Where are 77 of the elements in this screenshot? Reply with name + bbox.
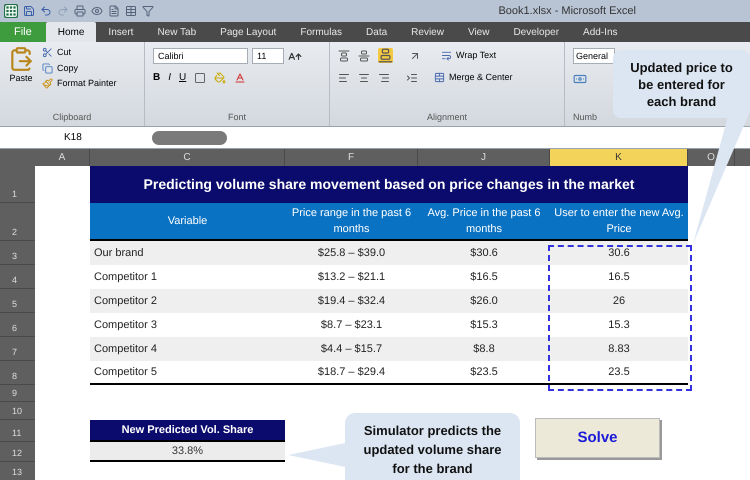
table-cell-text: $23.5 [469, 364, 499, 380]
paste-button[interactable]: Paste [4, 46, 38, 110]
row-header[interactable]: 10 [0, 402, 35, 420]
table-cell-text: 26 [612, 294, 626, 309]
table-cell-text: $18.7 – $29.4 [316, 364, 386, 380]
ribbon-tab[interactable]: Insert [96, 22, 146, 42]
row-header[interactable]: 2 [0, 203, 35, 241]
row-header[interactable]: 6 [0, 313, 35, 337]
font-size-field[interactable]: 11 [252, 48, 284, 64]
column-heading: Variable [166, 214, 208, 229]
ribbon-tab[interactable]: View [456, 22, 502, 42]
ribbon-tab[interactable]: Formulas [288, 22, 354, 42]
row-header[interactable]: 8 [0, 361, 35, 385]
row-header[interactable]: 7 [0, 337, 35, 361]
table-cell-text: Competitor 5 [93, 364, 158, 380]
file-tab[interactable]: File [0, 22, 46, 42]
row-header[interactable]: 12 [0, 442, 35, 462]
group-label: Font [226, 110, 247, 124]
ribbon-tab[interactable]: Data [354, 22, 400, 42]
table-cell-text: $4.4 – $15.7 [320, 342, 384, 357]
callout: Updated price to be entered for each brand [613, 50, 750, 118]
row-header[interactable]: 4 [0, 265, 35, 289]
copy-button[interactable]: Copy [42, 62, 117, 75]
table-cell-text: Competitor 1 [93, 270, 158, 285]
ribbon-tab[interactable]: Add-Ins [571, 22, 630, 42]
table-title: Predicting volume share movement based on price changes in the market [90, 166, 688, 203]
table-cell-text: $26.0 [469, 294, 499, 309]
callout: Simulator predicts the updated volume share for the brand [345, 413, 520, 480]
table-cell-text: $25.8 – $39.0 [316, 246, 386, 261]
underline-button[interactable]: U [179, 70, 186, 85]
row-header[interactable]: 9 [0, 385, 35, 402]
ribbon-tab[interactable]: Developer [501, 22, 572, 42]
table-cell-text: 16.5 [607, 270, 631, 285]
ribbon-tab[interactable]: Page Layout [208, 22, 288, 42]
group-label: Alignment [426, 110, 468, 124]
table-cell-text: 8.83 [607, 342, 631, 357]
format-painter-button[interactable]: Format Painter [42, 77, 117, 90]
table-cell-text: $19.4 – $32.4 [316, 294, 386, 309]
table-cell-text: $30.6 [469, 246, 499, 261]
group-label: Clipboard [52, 110, 92, 124]
table-cell-text: Competitor 3 [93, 318, 158, 333]
group-label: Numb [573, 110, 598, 124]
column-header[interactable]: K [550, 149, 688, 166]
bold-button[interactable]: B [153, 70, 160, 85]
window-title: Book1.xlsx - Microsoft Excel [498, 4, 636, 19]
cut-button[interactable]: Cut [42, 46, 117, 60]
table-cell-text: 15.3 [607, 318, 631, 333]
number-format-field[interactable]: General [573, 48, 615, 64]
column-heading: Price range in the past 6 months [290, 206, 412, 237]
table-cell-text: Our brand [93, 246, 145, 261]
result-label: New Predicted Vol. Share [90, 420, 285, 442]
table-cell-text: Competitor 2 [93, 294, 158, 309]
row-header[interactable]: 3 [0, 241, 35, 265]
table-cell-text: Competitor 4 [93, 342, 158, 357]
table-cell-text: $13.2 – $21.1 [316, 270, 386, 285]
italic-button[interactable]: I [168, 70, 172, 85]
table-cell-text: $15.3 [469, 318, 499, 333]
table-cell-text: $16.5 [469, 270, 499, 285]
ribbon-tab[interactable]: New Tab [145, 22, 208, 42]
row-header[interactable]: 1 [0, 166, 35, 203]
name-box[interactable]: K18 [12, 130, 152, 145]
ribbon-tab[interactable]: Review [399, 22, 456, 42]
table-cell-text: 30.6 [607, 246, 631, 261]
solve-button[interactable]: Solve [535, 418, 660, 458]
table-cell-text: $8.7 – $23.1 [320, 318, 384, 333]
wrap-text-button[interactable]: Wrap Text [441, 48, 496, 62]
ribbon-tab[interactable]: Home [46, 22, 96, 42]
table-cell-text: $8.8 [472, 342, 496, 357]
merge-center-button[interactable]: Merge & Center [434, 71, 513, 84]
result-value: 33.8% [90, 442, 285, 462]
row-header[interactable]: 11 [0, 420, 35, 442]
column-heading: User to enter the new Avg. Price [553, 206, 685, 237]
row-header[interactable]: 5 [0, 289, 35, 313]
font-family-field[interactable]: Calibri [153, 48, 248, 64]
table-cell-text: 23.5 [607, 364, 631, 380]
row-header[interactable]: 13 [0, 462, 35, 480]
column-heading: Avg. Price in the past 6 months [426, 206, 542, 237]
